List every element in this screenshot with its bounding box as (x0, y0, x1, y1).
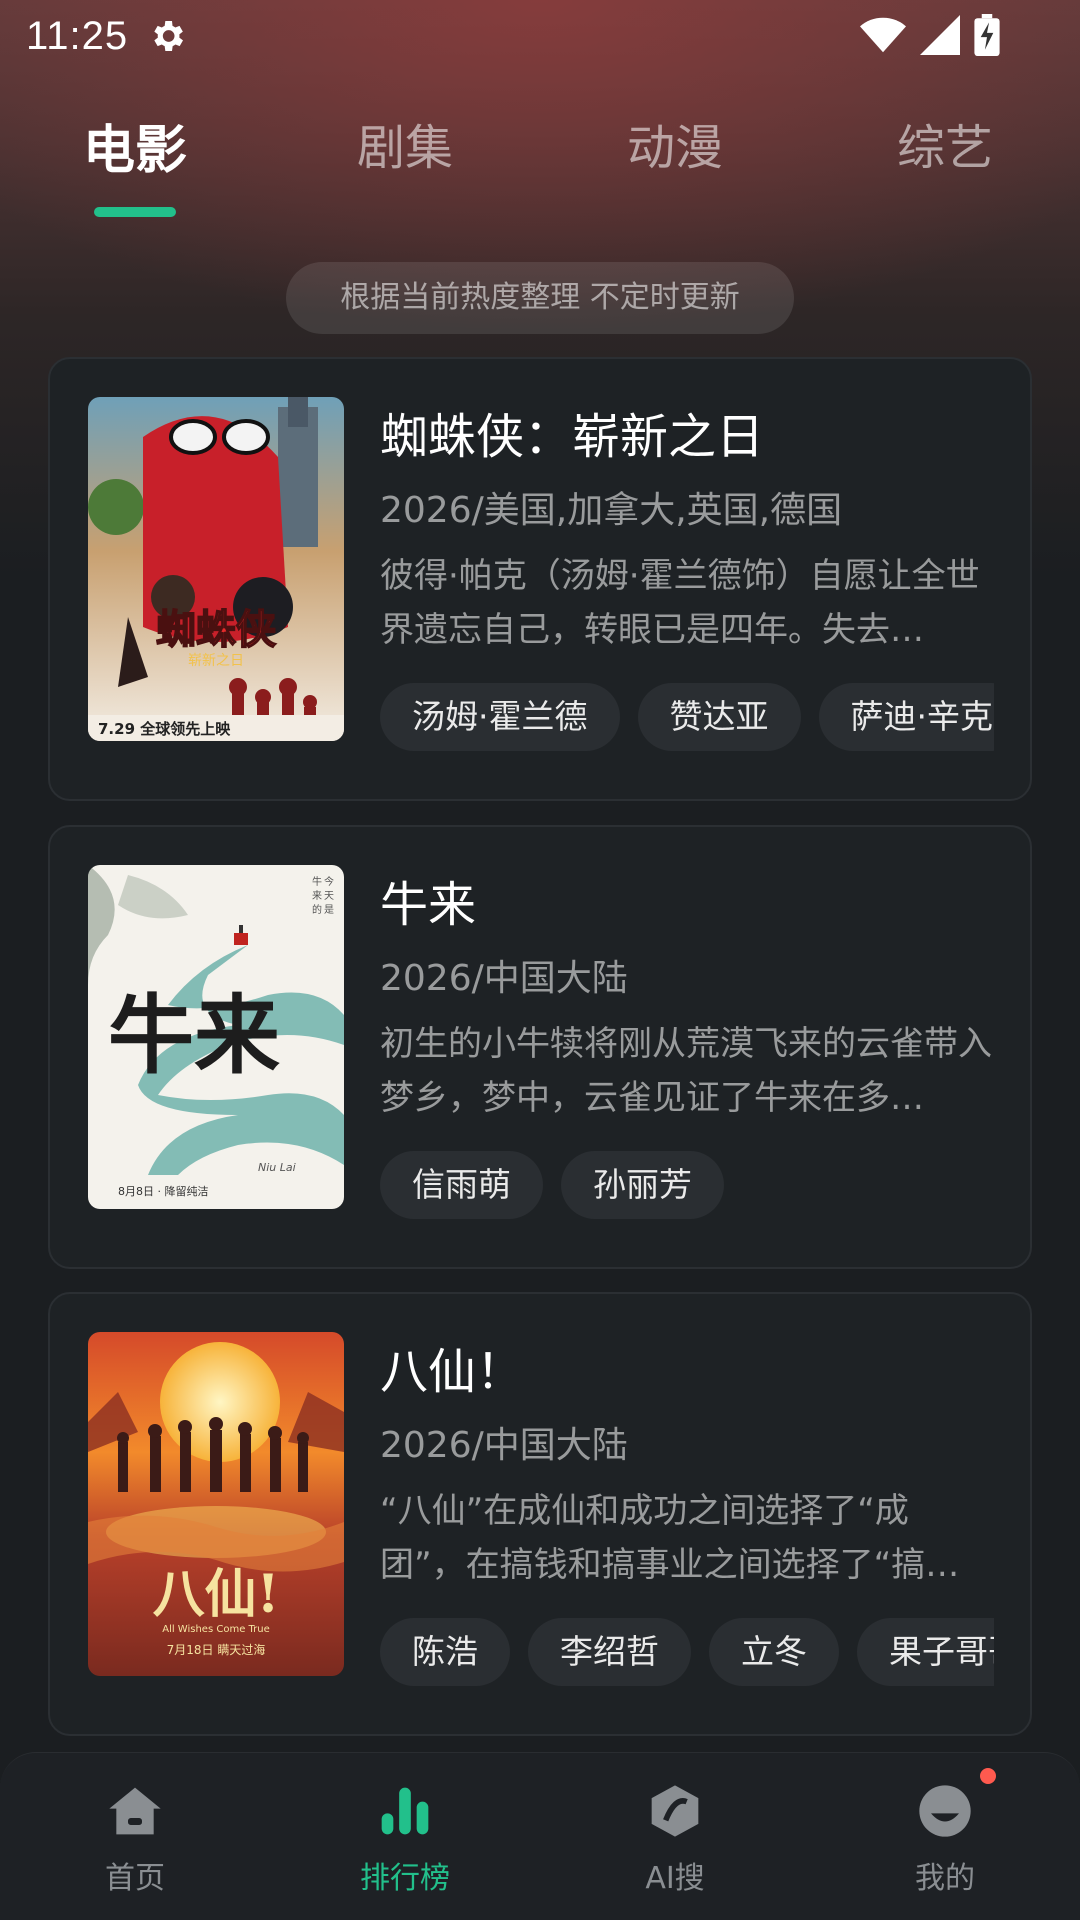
movie-meta: 2026/中国大陆 (380, 958, 628, 999)
poster-logo-text: 蜘蛛侠 (156, 607, 277, 653)
movie-title: 蜘蛛侠：崭新之日 (380, 409, 765, 465)
svg-text:来: 来 (312, 890, 322, 902)
status-indicators (860, 14, 1000, 60)
movie-card[interactable]: 蜘蛛侠 崭新之日 7.29 全球领先上映 蜘蛛侠：崭新之日 2026/美国,加拿… (48, 357, 1032, 801)
battery-charging-icon (974, 14, 1000, 60)
ai-search-icon (647, 1783, 703, 1839)
status-bar: 11:25 (0, 0, 1080, 72)
cast-tags: 汤姆·霍兰德 赞达亚 萨迪·辛克 (380, 683, 994, 751)
cast-tag[interactable]: 果子哥哥 (857, 1618, 994, 1686)
poster-logo-subtext: 崭新之日 (188, 653, 244, 669)
movie-poster: 今天是 牛来的 牛来 Niu Lai 8月8日 · 降留纯洁 (88, 865, 344, 1209)
profile-icon (917, 1783, 973, 1839)
movie-title: 八仙！ (380, 1344, 525, 1400)
cast-tag[interactable]: 信雨萌 (380, 1151, 543, 1219)
movie-poster: 蜘蛛侠 崭新之日 7.29 全球领先上映 (88, 397, 344, 741)
signal-icon (920, 15, 960, 59)
movie-description: “八仙”在成仙和成功之间选择了“成团”，在搞钱和搞事业之间选择了“搞… (380, 1491, 960, 1585)
wifi-icon (860, 15, 906, 59)
svg-text:天: 天 (324, 891, 334, 902)
poster-release-text: 7.29 全球领先上映 (98, 720, 231, 738)
notification-badge (980, 1768, 996, 1784)
tab-anime[interactable]: 动漫 (585, 108, 765, 188)
movie-poster: 八仙! All Wishes Come True 7月18日 瞒天过海 (88, 1332, 344, 1676)
cast-tag[interactable]: 李绍哲 (528, 1618, 691, 1686)
movie-card[interactable]: 八仙! All Wishes Come True 7月18日 瞒天过海 八仙！ … (48, 1292, 1032, 1736)
nav-label: 排行榜 (360, 1861, 450, 1896)
status-time: 11:25 (26, 13, 129, 58)
movie-description: 初生的小牛犊将刚从荒漠飞来的云雀带入梦乡，梦中，云雀见证了牛来在多… (380, 1024, 992, 1118)
movie-title: 牛来 (380, 877, 477, 933)
nav-ranking[interactable]: 排行榜 (270, 1753, 540, 1920)
svg-text:牛: 牛 (312, 875, 322, 888)
nav-label: AI搜 (645, 1861, 705, 1896)
cast-tags: 陈浩 李绍哲 立冬 果子哥哥 (380, 1618, 994, 1686)
chart-bars-icon (377, 1783, 433, 1839)
settings-gear-icon (146, 15, 188, 57)
poster-logo-text: 八仙! (153, 1564, 280, 1625)
poster-subtext: All Wishes Come True (162, 1624, 270, 1635)
poster-date-text: 8月8日 · 降留纯洁 (118, 1184, 209, 1198)
bottom-navigation: 首页 排行榜 AI搜 我的 (0, 1752, 1080, 1920)
tab-variety[interactable]: 综艺 (855, 108, 1035, 188)
cast-tag[interactable]: 赞达亚 (637, 683, 801, 751)
svg-text:的: 的 (312, 903, 322, 916)
poster-subtext: Niu Lai (258, 1161, 296, 1174)
tab-movie[interactable]: 电影 (45, 108, 225, 188)
ranking-notice: 根据当前热度整理 不定时更新 (286, 262, 794, 334)
poster-date-text: 7月18日 瞒天过海 (167, 1642, 266, 1657)
nav-profile[interactable]: 我的 (810, 1753, 1080, 1920)
movie-card[interactable]: 今天是 牛来的 牛来 Niu Lai 8月8日 · 降留纯洁 牛来 2026/中… (48, 825, 1032, 1269)
tab-series[interactable]: 剧集 (315, 108, 495, 188)
movie-description: 彼得·帕克（汤姆·霍兰德饰）自愿让全世界遗忘自己，转眼已是四年。失去… (380, 556, 980, 650)
nav-label: 首页 (105, 1861, 165, 1896)
movie-meta: 2026/中国大陆 (380, 1425, 628, 1466)
active-tab-indicator (94, 207, 176, 217)
svg-text:今: 今 (324, 875, 334, 888)
nav-home[interactable]: 首页 (0, 1753, 270, 1920)
poster-logo-text: 牛来 (108, 985, 280, 1086)
category-tabs: 电影 剧集 动漫 综艺 (0, 108, 1080, 218)
cast-tag[interactable]: 孙丽芳 (561, 1151, 724, 1219)
cast-tag[interactable]: 汤姆·霍兰德 (380, 683, 620, 751)
cast-tag[interactable]: 萨迪·辛克 (818, 683, 994, 751)
nav-label: 我的 (915, 1861, 975, 1896)
cast-tags: 信雨萌 孙丽芳 (380, 1151, 994, 1219)
cast-tag[interactable]: 陈浩 (380, 1618, 510, 1686)
nav-ai-search[interactable]: AI搜 (540, 1753, 810, 1920)
movie-meta: 2026/美国,加拿大,英国,德国 (380, 490, 843, 531)
svg-text:是: 是 (324, 904, 334, 916)
cast-tag[interactable]: 立冬 (709, 1618, 839, 1686)
home-icon (107, 1783, 163, 1839)
